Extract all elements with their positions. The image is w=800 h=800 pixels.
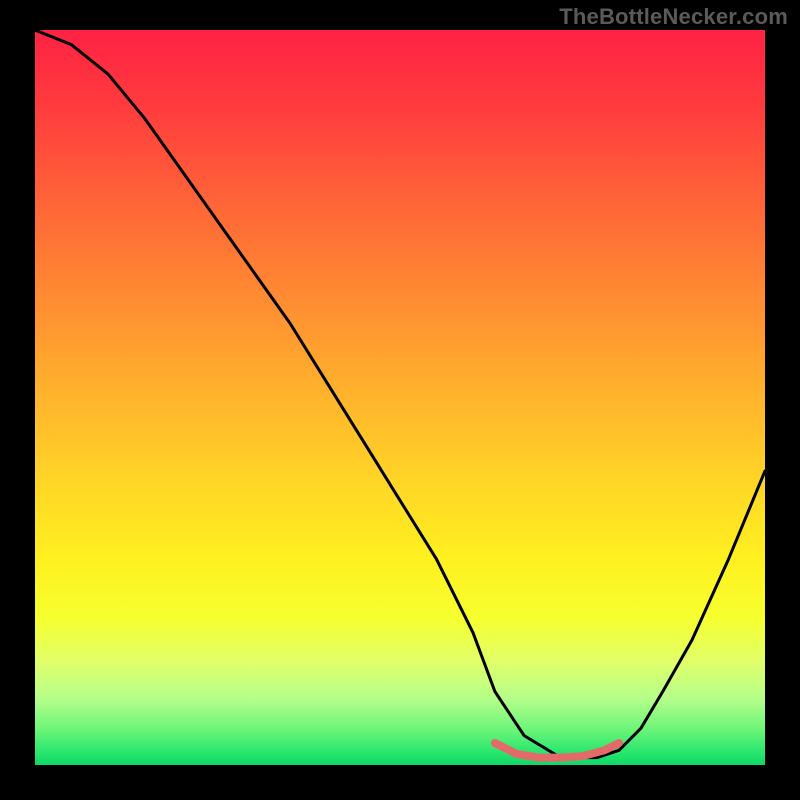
chart-frame: TheBottleNecker.com (0, 0, 800, 800)
minimum-segment (495, 743, 619, 758)
bottleneck-curve (35, 30, 765, 758)
watermark-text: TheBottleNecker.com (559, 4, 788, 30)
plot-area (35, 30, 765, 765)
chart-svg (35, 30, 765, 765)
